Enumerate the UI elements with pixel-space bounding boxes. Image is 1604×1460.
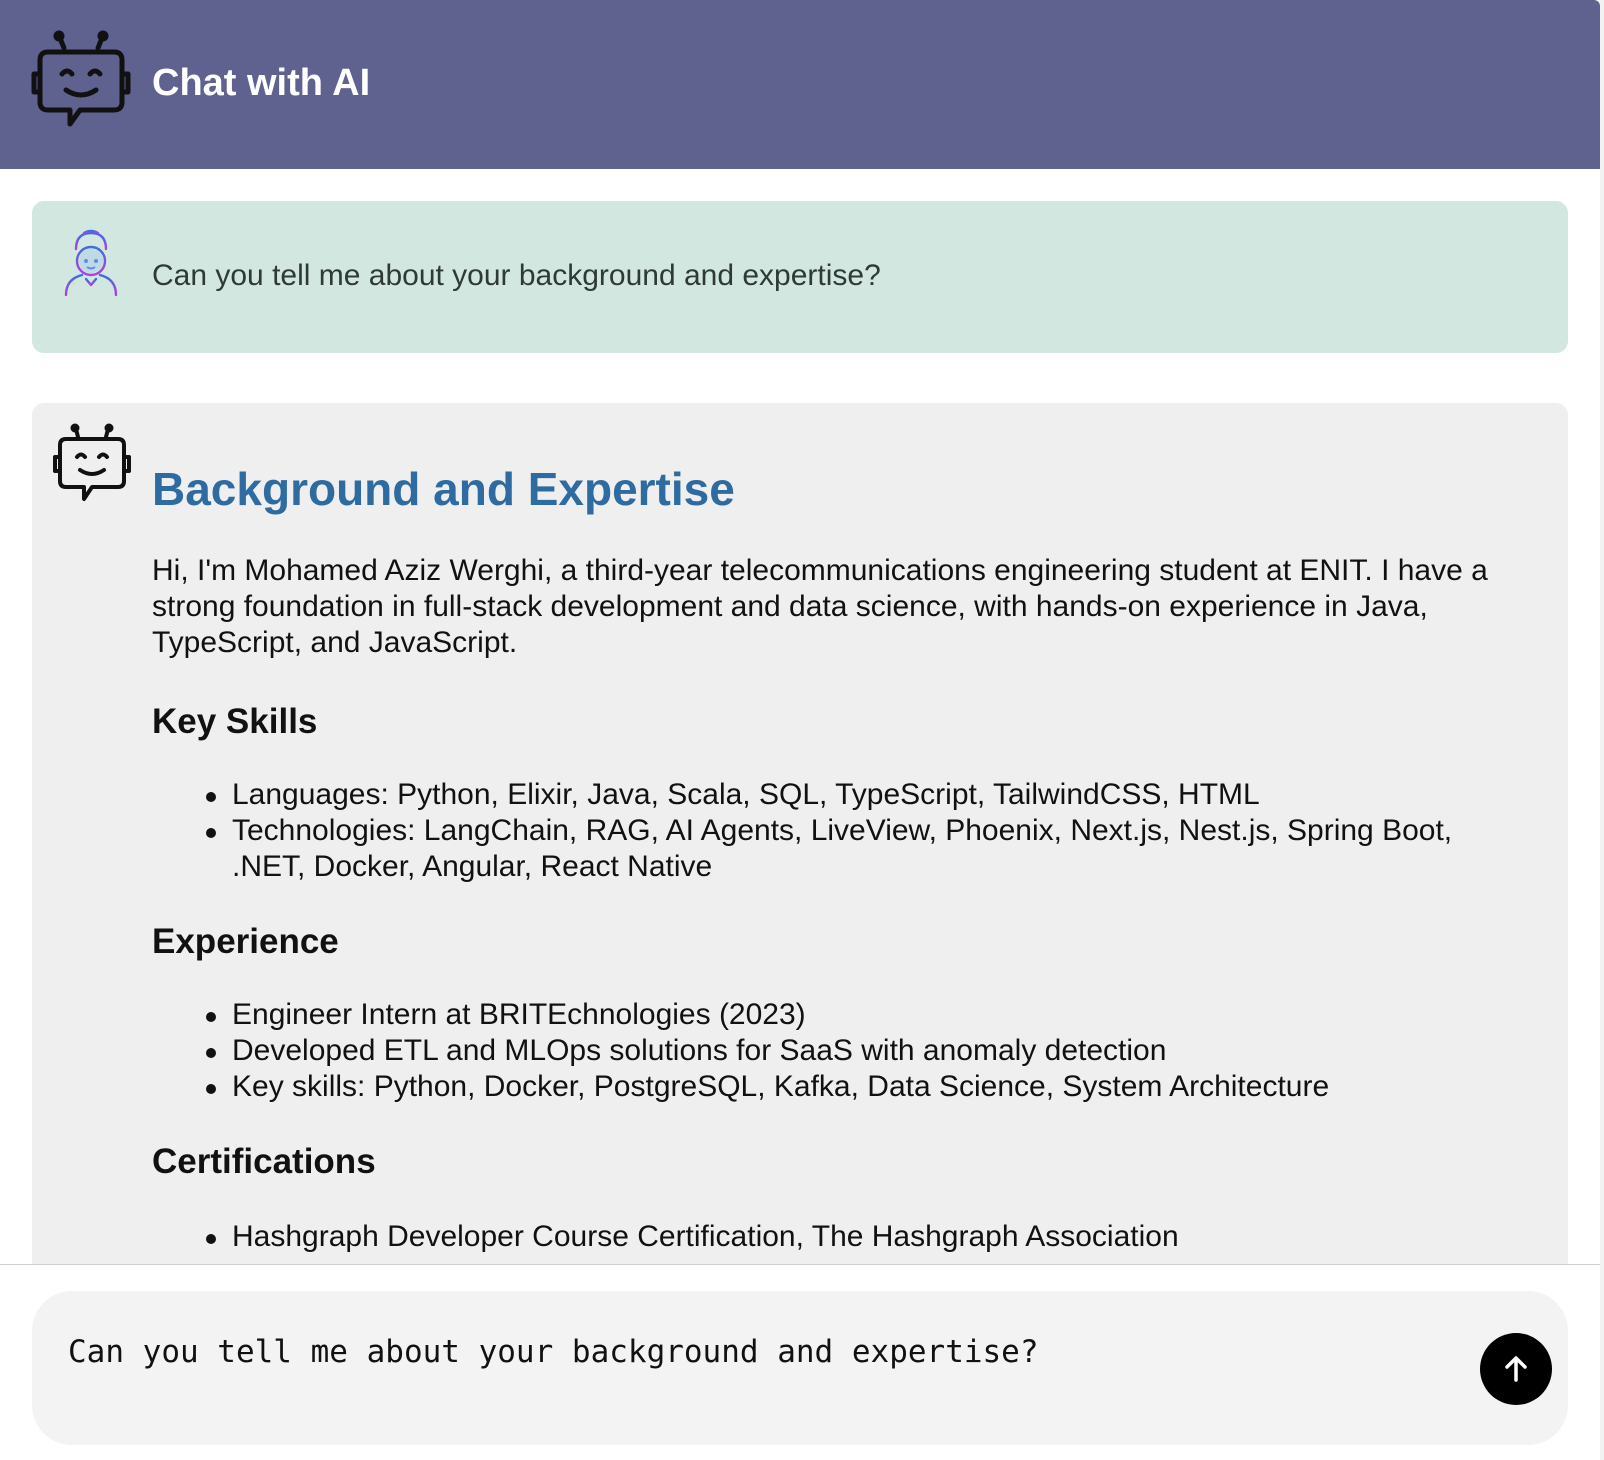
section-title-certifications: Certifications [152,1142,376,1181]
user-message-text: Can you tell me about your background an… [152,259,881,292]
arrow-up-icon [1505,1356,1527,1382]
header: Chat with AI [0,0,1600,169]
response-intro: Hi, I'm Mohamed Aziz Werghi, a third-yea… [152,554,1488,659]
robot-icon [31,30,131,127]
list-item: Key skills: Python, Docker, PostgreSQL, … [152,1069,1532,1105]
send-button[interactable] [1480,1333,1552,1405]
list-item: Developed ETL and MLOps solutions for Sa… [152,1033,1532,1069]
user-message: Can you tell me about your background an… [32,201,1568,353]
ai-message-content: Background and Expertise Hi, I'm Mohamed… [152,461,1532,1255]
input-container [32,1291,1568,1445]
ai-message: Background and Expertise Hi, I'm Mohamed… [32,403,1568,1264]
input-bar [0,1264,1600,1460]
user-avatar-icon [64,229,118,297]
message-input[interactable] [68,1327,1418,1377]
skills-list: Languages: Python, Elixir, Java, Scala, … [152,777,1532,885]
robot-icon [53,423,131,501]
app-title: Chat with AI [152,62,371,104]
chat-app: Chat with AI Can you tell me about your … [0,0,1604,1460]
certifications-list: Hashgraph Developer Course Certification… [152,1219,1532,1255]
experience-list: Engineer Intern at BRITEchnologies (2023… [152,997,1532,1105]
list-item: Hashgraph Developer Course Certification… [152,1219,1532,1255]
section-title-experience: Experience [152,922,339,961]
list-item: Languages: Python, Elixir, Java, Scala, … [152,777,1532,813]
message-list[interactable]: Can you tell me about your background an… [0,169,1600,1264]
list-item: Technologies: LangChain, RAG, AI Agents,… [152,813,1532,885]
section-title-skills: Key Skills [152,702,318,741]
scrollbar[interactable] [1600,0,1604,1460]
list-item: Engineer Intern at BRITEchnologies (2023… [152,997,1532,1033]
response-heading: Background and Expertise [152,463,735,515]
